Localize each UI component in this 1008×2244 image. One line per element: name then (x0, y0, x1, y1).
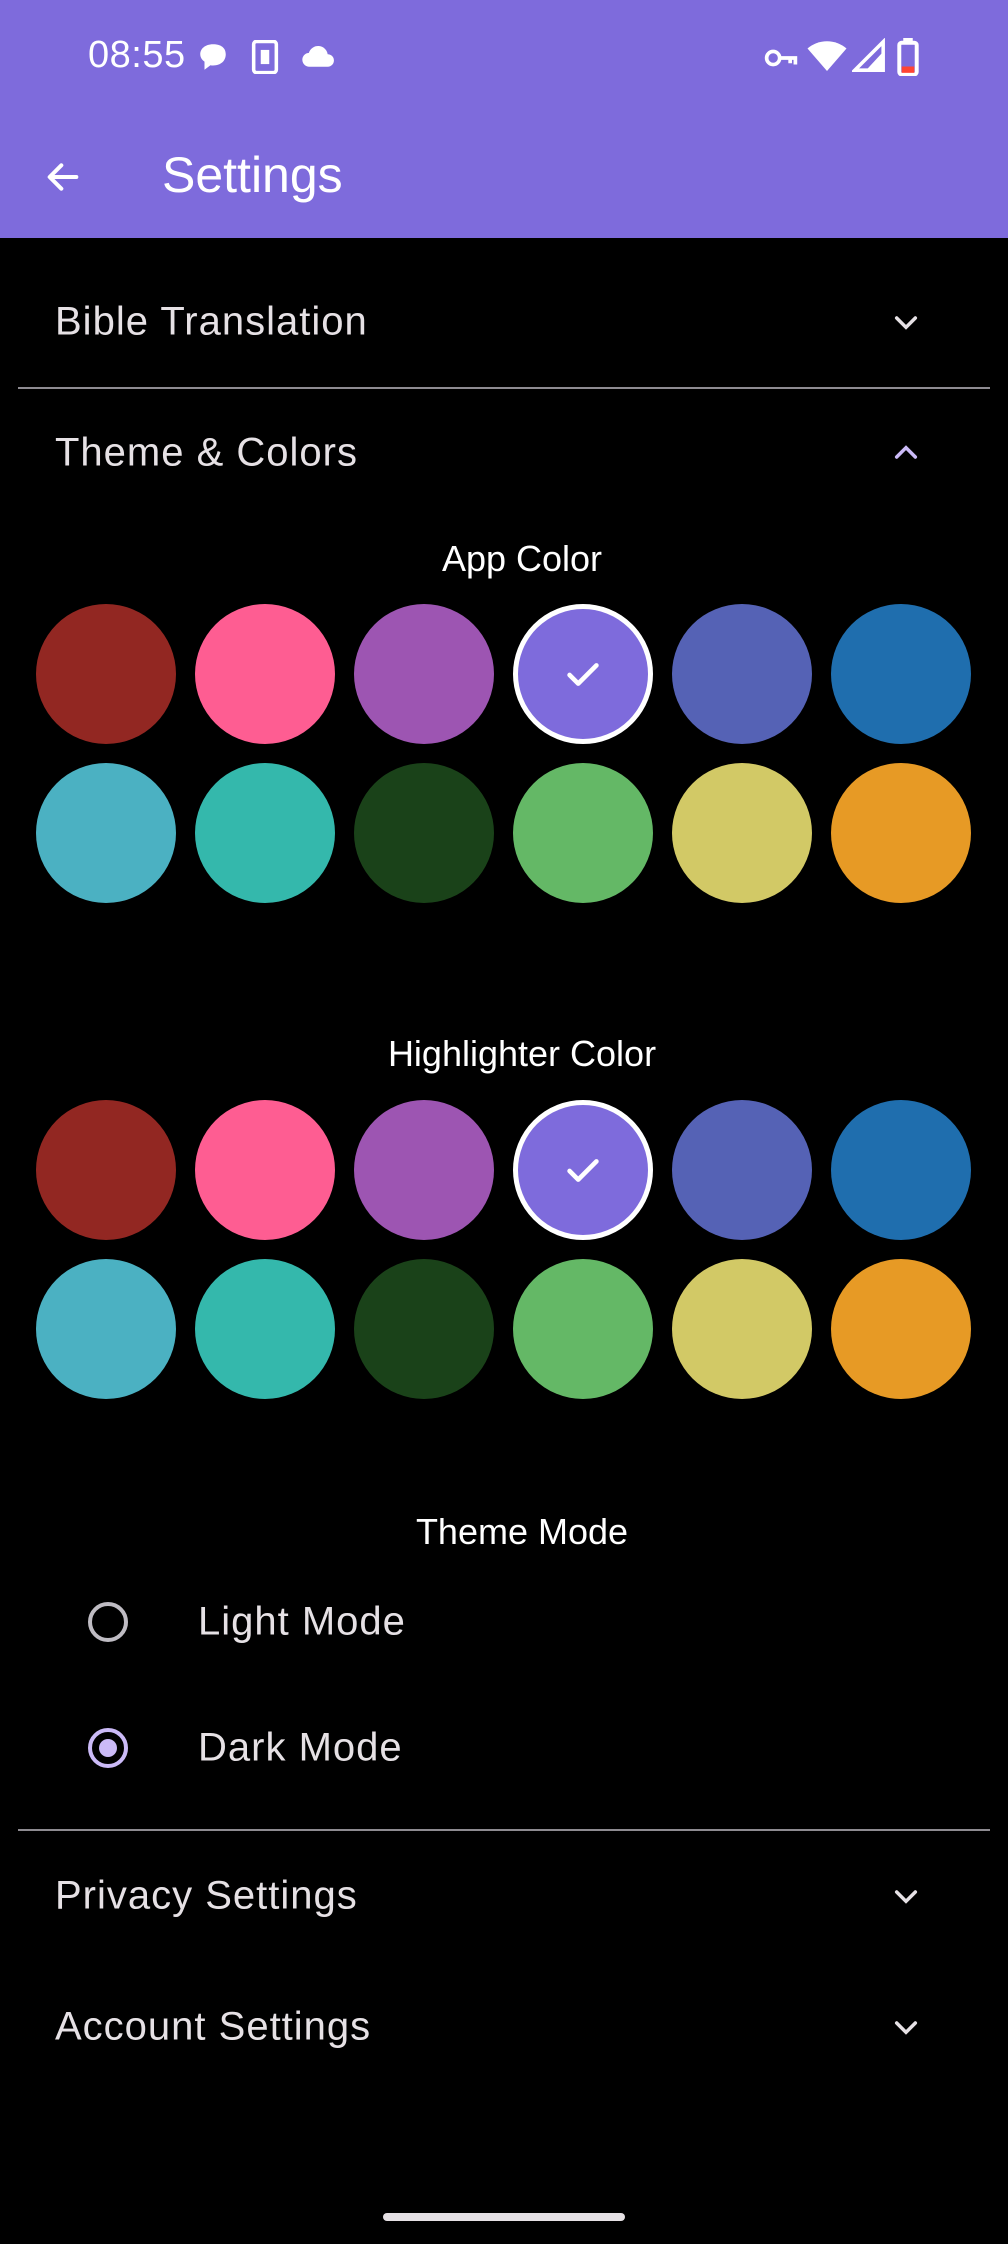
app-color-swatch[interactable] (36, 763, 176, 903)
chevron-down-icon (886, 2007, 926, 2047)
dark-mode-radio[interactable] (88, 1728, 128, 1768)
wifi-icon (806, 38, 848, 79)
highlighter-color-swatch[interactable] (36, 1100, 176, 1240)
app-color-heading: App Color (441, 538, 603, 579)
app-color-swatch[interactable] (195, 763, 335, 903)
section-theme-colors[interactable]: Theme & Colors (0, 388, 1008, 518)
home-indicator[interactable] (383, 2213, 625, 2221)
theme-mode-heading: Theme Mode (415, 1511, 629, 1552)
app-color-swatch[interactable] (831, 604, 971, 744)
app-color-swatch[interactable] (672, 763, 812, 903)
section-label: Bible Translation (55, 299, 368, 344)
app-color-swatch[interactable] (354, 763, 494, 903)
settings-screen: 08:55 Settings Bible Translation Theme &… (0, 0, 1008, 2244)
dark-mode-label: Dark Mode (198, 1725, 403, 1770)
highlighter-color-swatch[interactable] (831, 1259, 971, 1399)
section-label: Privacy Settings (55, 1873, 358, 1918)
app-color-swatch[interactable] (672, 604, 812, 744)
app-color-swatch[interactable] (36, 604, 176, 744)
highlighter-color-swatch[interactable] (354, 1100, 494, 1240)
section-label: Theme & Colors (55, 430, 358, 475)
chevron-down-icon (886, 1876, 926, 1916)
sim-card-icon (250, 39, 280, 79)
back-button[interactable] (38, 152, 88, 202)
highlighter-color-swatch[interactable] (513, 1100, 653, 1240)
highlighter-color-swatch[interactable] (354, 1259, 494, 1399)
highlighter-color-swatch[interactable] (513, 1259, 653, 1399)
dark-mode-option[interactable]: Dark Mode (0, 1698, 1008, 1798)
chat-bubble-icon (196, 40, 230, 79)
vpn-key-icon (764, 44, 798, 77)
cell-signal-icon (850, 37, 886, 79)
page-title: Settings (162, 147, 343, 203)
status-bar: 08:55 (0, 0, 1008, 116)
light-mode-option[interactable]: Light Mode (0, 1572, 1008, 1672)
section-account-settings[interactable]: Account Settings (0, 1962, 1008, 2092)
app-color-swatch[interactable] (831, 763, 971, 903)
app-color-swatch[interactable] (354, 604, 494, 744)
section-label: Account Settings (55, 2004, 372, 2049)
highlighter-color-swatch[interactable] (195, 1100, 335, 1240)
arrow-back-icon (47, 163, 79, 191)
section-bible-translation[interactable]: Bible Translation (0, 257, 1008, 387)
cloud-icon (300, 40, 336, 79)
section-privacy-settings[interactable]: Privacy Settings (0, 1831, 1008, 1961)
highlighter-color-heading: Highlighter Color (387, 1033, 657, 1074)
app-color-swatch[interactable] (513, 763, 653, 903)
status-time: 08:55 (88, 34, 186, 76)
check-icon (567, 663, 599, 686)
highlighter-color-swatch[interactable] (831, 1100, 971, 1240)
chevron-down-icon (886, 302, 926, 342)
app-color-swatch[interactable] (513, 604, 653, 744)
light-mode-label: Light Mode (198, 1599, 406, 1644)
light-mode-radio[interactable] (88, 1602, 128, 1642)
radio-selected-dot (99, 1739, 117, 1757)
highlighter-color-swatch[interactable] (672, 1100, 812, 1240)
battery-low-icon (896, 38, 920, 81)
app-color-swatch[interactable] (195, 604, 335, 744)
highlighter-color-swatch[interactable] (195, 1259, 335, 1399)
check-icon (567, 1159, 599, 1182)
app-bar: 08:55 Settings (0, 0, 1008, 238)
highlighter-color-swatch[interactable] (36, 1259, 176, 1399)
chevron-up-icon (886, 433, 926, 473)
highlighter-color-swatch[interactable] (672, 1259, 812, 1399)
